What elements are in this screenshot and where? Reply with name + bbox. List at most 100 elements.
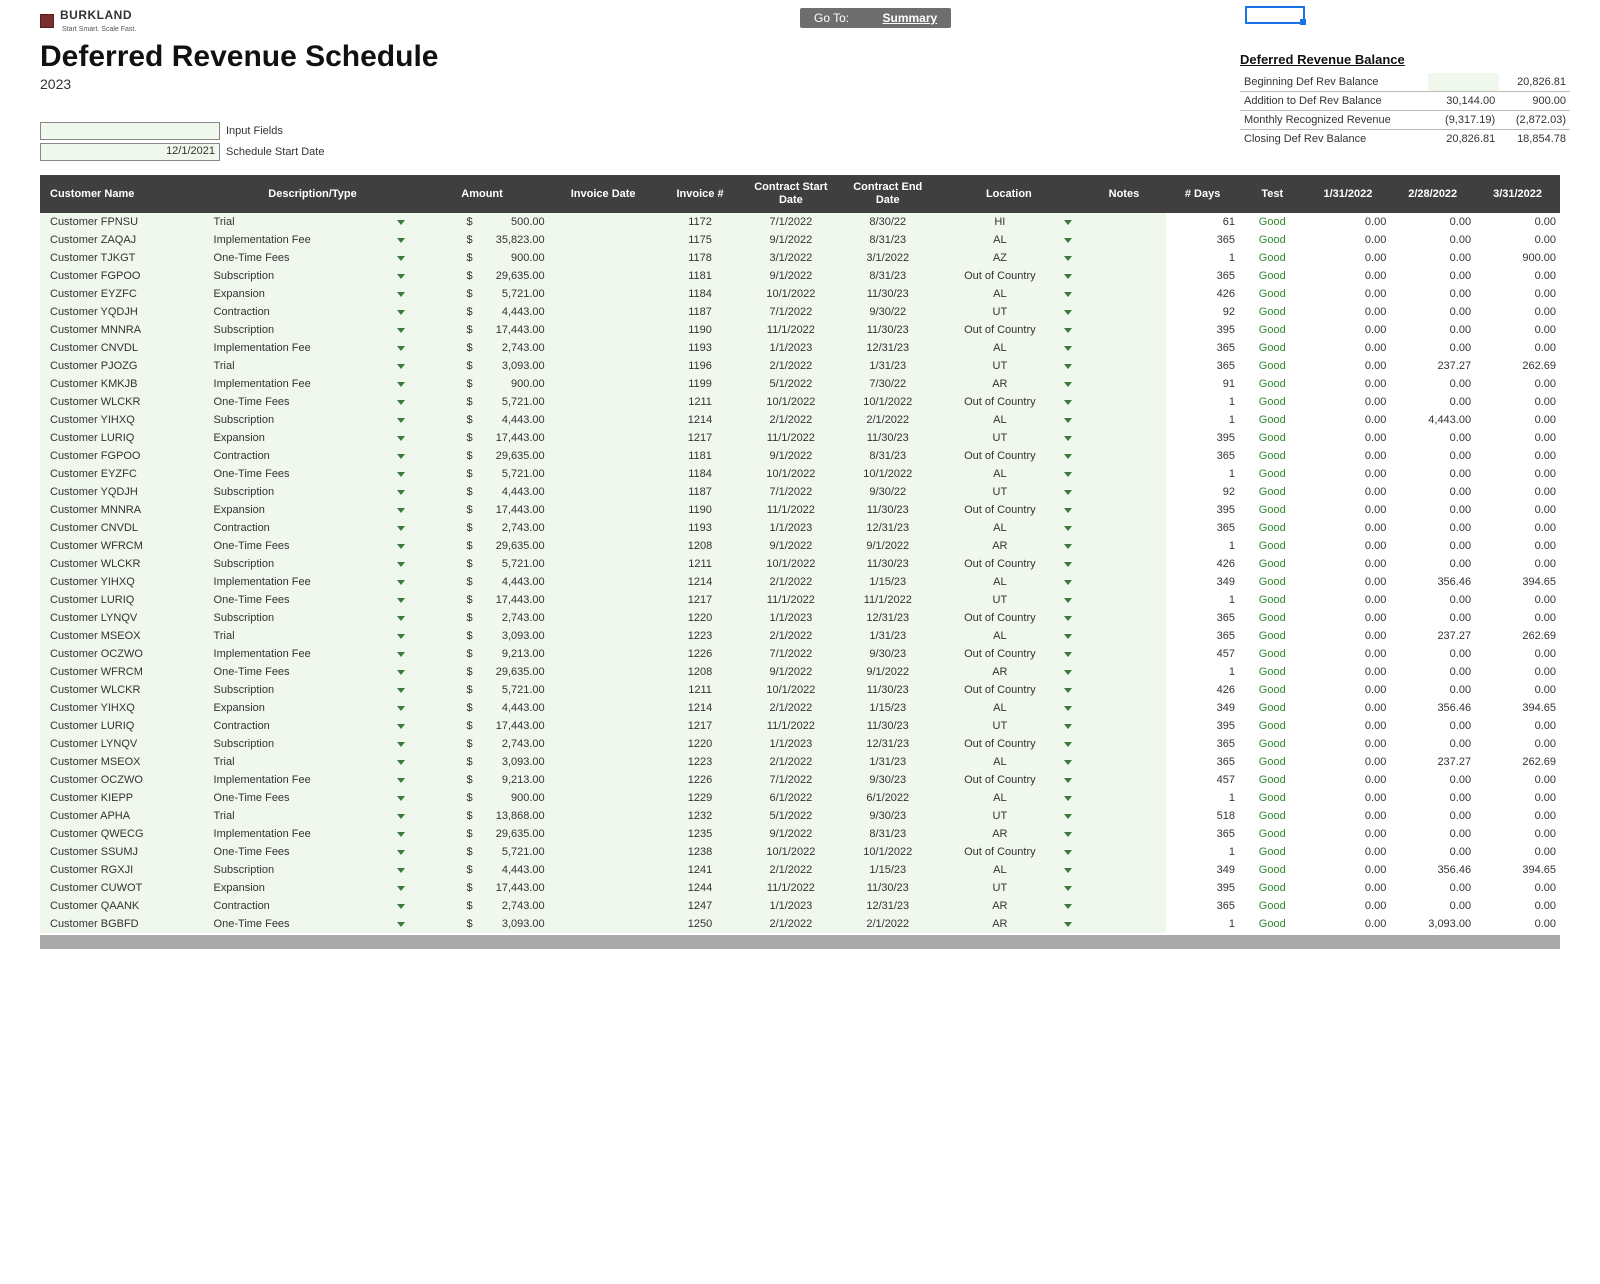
chevron-down-icon[interactable] — [397, 418, 405, 423]
cell-desc[interactable]: Contraction — [210, 447, 416, 465]
cell-location[interactable]: Out of Country — [936, 321, 1081, 339]
chevron-down-icon[interactable] — [397, 814, 405, 819]
cell-desc[interactable]: One-Time Fees — [210, 843, 416, 861]
cell-desc[interactable]: Expansion — [210, 285, 416, 303]
table-row[interactable]: Customer RGXJISubscription$4,443.0012412… — [40, 861, 1560, 879]
cell-desc[interactable]: Trial — [210, 213, 416, 231]
chevron-down-icon[interactable] — [397, 346, 405, 351]
table-row[interactable]: Customer YQDJHSubscription$4,443.0011877… — [40, 483, 1560, 501]
table-row[interactable]: Customer YQDJHContraction$4,443.0011877/… — [40, 303, 1560, 321]
chevron-down-icon[interactable] — [1064, 346, 1072, 351]
table-row[interactable]: Customer QWECGImplementation Fee$29,635.… — [40, 825, 1560, 843]
chevron-down-icon[interactable] — [397, 778, 405, 783]
chevron-down-icon[interactable] — [1064, 220, 1072, 225]
cell-location[interactable]: Out of Country — [936, 645, 1081, 663]
chevron-down-icon[interactable] — [397, 598, 405, 603]
table-row[interactable]: Customer ZAQAJImplementation Fee$35,823.… — [40, 231, 1560, 249]
chevron-down-icon[interactable] — [1064, 760, 1072, 765]
chevron-down-icon[interactable] — [397, 562, 405, 567]
chevron-down-icon[interactable] — [397, 886, 405, 891]
chevron-down-icon[interactable] — [397, 796, 405, 801]
cell-desc[interactable]: Subscription — [210, 609, 416, 627]
cell-location[interactable]: Out of Country — [936, 501, 1081, 519]
chevron-down-icon[interactable] — [1064, 454, 1072, 459]
chevron-down-icon[interactable] — [1064, 616, 1072, 621]
selected-cell-indicator[interactable] — [1245, 6, 1305, 24]
cell-location[interactable]: UT — [936, 483, 1081, 501]
chevron-down-icon[interactable] — [1064, 742, 1072, 747]
chevron-down-icon[interactable] — [397, 328, 405, 333]
cell-desc[interactable]: Contraction — [210, 897, 416, 915]
table-row[interactable]: Customer OCZWOImplementation Fee$9,213.0… — [40, 771, 1560, 789]
table-row[interactable]: Customer FPNSUTrial$500.0011727/1/20228/… — [40, 213, 1560, 231]
cell-location[interactable]: Out of Country — [936, 393, 1081, 411]
cell-location[interactable]: Out of Country — [936, 843, 1081, 861]
table-row[interactable]: Customer MSEOXTrial$3,093.0012232/1/2022… — [40, 753, 1560, 771]
chevron-down-icon[interactable] — [397, 274, 405, 279]
cell-location[interactable]: UT — [936, 303, 1081, 321]
cell-location[interactable]: AL — [936, 861, 1081, 879]
table-row[interactable]: Customer QAANKContraction$2,743.0012471/… — [40, 897, 1560, 915]
chevron-down-icon[interactable] — [1064, 634, 1072, 639]
chevron-down-icon[interactable] — [1064, 238, 1072, 243]
cell-desc[interactable]: Expansion — [210, 699, 416, 717]
chevron-down-icon[interactable] — [397, 670, 405, 675]
chevron-down-icon[interactable] — [397, 220, 405, 225]
cell-location[interactable]: UT — [936, 717, 1081, 735]
chevron-down-icon[interactable] — [397, 688, 405, 693]
cell-location[interactable]: Out of Country — [936, 771, 1081, 789]
table-row[interactable]: Customer SSUMJOne-Time Fees$5,721.001238… — [40, 843, 1560, 861]
table-row[interactable]: Customer YIHXQSubscription$4,443.0012142… — [40, 411, 1560, 429]
cell-desc[interactable]: One-Time Fees — [210, 591, 416, 609]
chevron-down-icon[interactable] — [1064, 490, 1072, 495]
chevron-down-icon[interactable] — [397, 436, 405, 441]
table-row[interactable]: Customer EYZFCOne-Time Fees$5,721.001184… — [40, 465, 1560, 483]
table-row[interactable]: Customer FGPOOContraction$29,635.0011819… — [40, 447, 1560, 465]
cell-desc[interactable]: Contraction — [210, 303, 416, 321]
chevron-down-icon[interactable] — [397, 292, 405, 297]
chevron-down-icon[interactable] — [397, 706, 405, 711]
cell-desc[interactable]: Subscription — [210, 321, 416, 339]
chevron-down-icon[interactable] — [397, 634, 405, 639]
chevron-down-icon[interactable] — [397, 400, 405, 405]
chevron-down-icon[interactable] — [397, 238, 405, 243]
table-row[interactable]: Customer CUWOTExpansion$17,443.00124411/… — [40, 879, 1560, 897]
chevron-down-icon[interactable] — [1064, 292, 1072, 297]
chevron-down-icon[interactable] — [1064, 832, 1072, 837]
chevron-down-icon[interactable] — [397, 364, 405, 369]
cell-desc[interactable]: Subscription — [210, 267, 416, 285]
chevron-down-icon[interactable] — [1064, 364, 1072, 369]
table-row[interactable]: Customer MSEOXTrial$3,093.0012232/1/2022… — [40, 627, 1560, 645]
cell-desc[interactable]: One-Time Fees — [210, 537, 416, 555]
chevron-down-icon[interactable] — [397, 850, 405, 855]
chevron-down-icon[interactable] — [397, 544, 405, 549]
chevron-down-icon[interactable] — [397, 382, 405, 387]
schedule-start-date-input[interactable]: 12/1/2021 — [40, 143, 220, 161]
chevron-down-icon[interactable] — [397, 256, 405, 261]
cell-location[interactable]: AL — [936, 339, 1081, 357]
cell-desc[interactable]: Trial — [210, 357, 416, 375]
chevron-down-icon[interactable] — [1064, 922, 1072, 927]
cell-location[interactable]: AL — [936, 753, 1081, 771]
cell-location[interactable]: UT — [936, 357, 1081, 375]
chevron-down-icon[interactable] — [1064, 274, 1072, 279]
chevron-down-icon[interactable] — [397, 832, 405, 837]
chevron-down-icon[interactable] — [1064, 652, 1072, 657]
chevron-down-icon[interactable] — [1064, 706, 1072, 711]
chevron-down-icon[interactable] — [397, 760, 405, 765]
table-row[interactable]: Customer LURIQOne-Time Fees$17,443.00121… — [40, 591, 1560, 609]
cell-desc[interactable]: One-Time Fees — [210, 465, 416, 483]
cell-location[interactable]: Out of Country — [936, 447, 1081, 465]
cell-location[interactable]: UT — [936, 879, 1081, 897]
table-row[interactable]: Customer YIHXQExpansion$4,443.0012142/1/… — [40, 699, 1560, 717]
cell-desc[interactable]: Implementation Fee — [210, 771, 416, 789]
chevron-down-icon[interactable] — [397, 454, 405, 459]
cell-desc[interactable]: Subscription — [210, 411, 416, 429]
cell-location[interactable]: AR — [936, 915, 1081, 933]
chevron-down-icon[interactable] — [1064, 778, 1072, 783]
table-row[interactable]: Customer YIHXQImplementation Fee$4,443.0… — [40, 573, 1560, 591]
chevron-down-icon[interactable] — [1064, 850, 1072, 855]
chevron-down-icon[interactable] — [1064, 724, 1072, 729]
chevron-down-icon[interactable] — [1064, 400, 1072, 405]
table-row[interactable]: Customer MNNRASubscription$17,443.001190… — [40, 321, 1560, 339]
